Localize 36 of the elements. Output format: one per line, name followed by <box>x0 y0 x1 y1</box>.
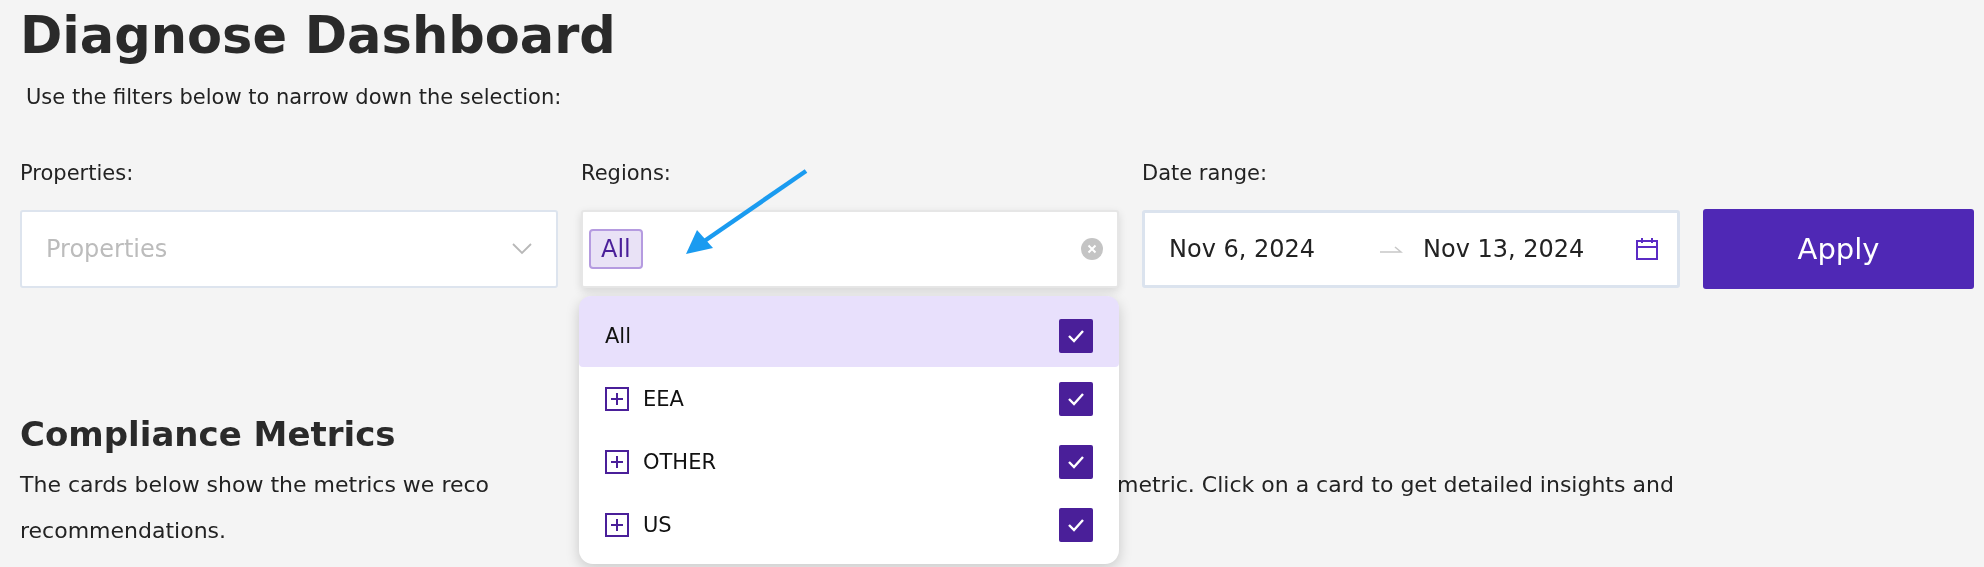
expand-icon[interactable] <box>605 512 629 537</box>
regions-select[interactable]: All <box>581 210 1119 288</box>
calendar-icon[interactable] <box>1635 237 1659 261</box>
option-label: OTHER <box>643 449 717 474</box>
checkbox[interactable] <box>1059 444 1093 479</box>
dropdown-option[interactable]: EEA <box>579 367 1119 430</box>
page-title: Diagnose Dashboard <box>20 5 616 67</box>
end-date[interactable]: Nov 13, 2024 <box>1423 235 1585 263</box>
filter-label: Regions: <box>581 160 671 187</box>
dropdown-option[interactable]: OTHER <box>579 430 1119 493</box>
checkmark-icon <box>1067 391 1085 406</box>
date-range-field[interactable]: Nov 6, 2024 Nov 13, 2024 <box>1142 210 1680 288</box>
checkmark-icon <box>1067 454 1085 469</box>
checkmark-icon <box>1067 328 1085 343</box>
expand-icon[interactable] <box>605 386 629 411</box>
chevron-down-icon <box>512 243 532 255</box>
checkbox[interactable] <box>1059 318 1093 353</box>
section-description: The cards below show the metrics we reco <box>20 471 490 499</box>
section-heading: Compliance Metrics <box>20 413 396 456</box>
option-label: All <box>605 323 633 348</box>
apply-button[interactable]: Apply <box>1703 209 1974 289</box>
option-label: EEA <box>643 386 685 411</box>
start-date[interactable]: Nov 6, 2024 <box>1169 235 1379 263</box>
expand-icon[interactable] <box>605 449 629 474</box>
checkbox[interactable] <box>1059 507 1093 542</box>
section-description: recommendations. <box>20 517 227 545</box>
selected-tag[interactable]: All <box>589 229 643 269</box>
checkbox[interactable] <box>1059 381 1093 416</box>
dropdown-option[interactable]: All <box>579 296 1119 367</box>
filter-label: Properties: <box>20 160 134 187</box>
dropdown-option[interactable]: US <box>579 493 1119 556</box>
checkmark-icon <box>1067 517 1085 532</box>
page-subtitle: Use the filters below to narrow down the selection: <box>26 84 562 111</box>
filter-label: Date range: <box>1142 160 1267 187</box>
section-description: metric. Click on a card to get detailed insights and <box>1117 471 1674 499</box>
option-label: US <box>643 512 673 537</box>
